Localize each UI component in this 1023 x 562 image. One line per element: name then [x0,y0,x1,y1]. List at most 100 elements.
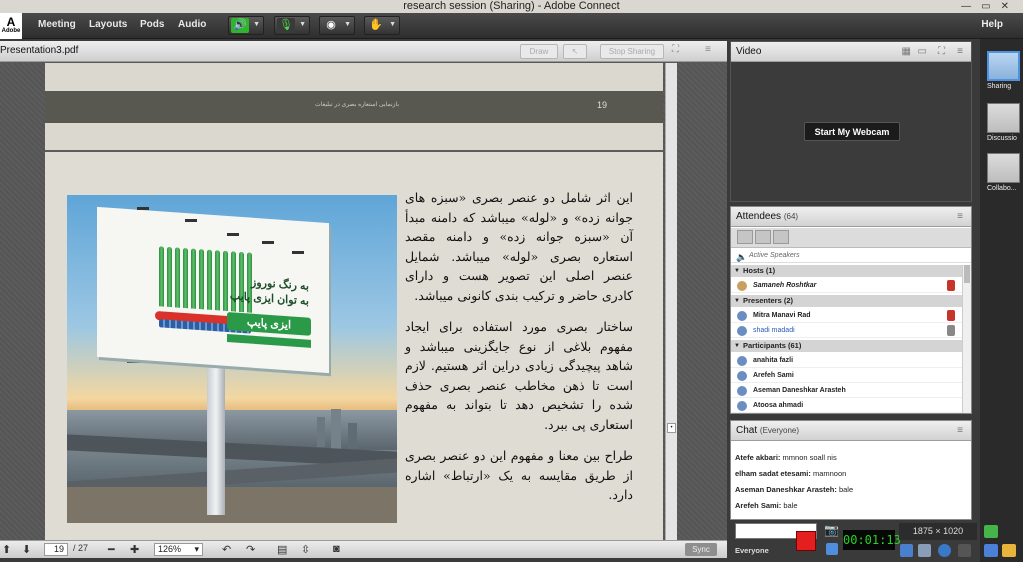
chevron-down-icon[interactable]: ▼ [389,21,396,28]
rotate-left-icon[interactable]: ↶ [222,543,231,556]
fit-page-icon[interactable]: ▤ [277,543,287,556]
group-participants[interactable]: ▼ Participants (61) [731,340,963,352]
cursor-icon[interactable] [958,544,971,557]
webcam-button[interactable]: ◉ ▼ [319,16,355,35]
camera-icon[interactable]: 📷 [824,523,839,537]
layout-sharing[interactable]: Sharing [987,51,1020,90]
volume-icon[interactable] [900,544,913,557]
microphone-icon: 🎙 [277,18,295,33]
menu-audio[interactable]: Audio [178,19,206,30]
slide-page-number: 19 [597,100,608,110]
pointer-button[interactable]: ↖ [563,44,587,59]
group-hosts[interactable]: ▼ Hosts (1) [731,265,963,277]
share-screen-icon[interactable] [984,525,998,538]
billboard-slogan: به رنگ نوروز به توان ایزی پایپ [229,276,309,308]
participant-icon [737,401,747,411]
pointer-icon: ↖ [571,47,579,56]
current-slide: به رنگ نوروز به توان ایزی پایپ ایزی پایپ… [45,150,663,540]
attendee-row[interactable]: Arefeh Sami [731,368,963,383]
chat-scope: (Everyone) [759,426,800,435]
pod-menu-icon[interactable]: ≡ [957,211,963,222]
fullscreen-icon[interactable]: ⛶ [672,44,679,55]
page-total: / 27 [73,543,89,553]
sync-button[interactable]: Sync [685,543,717,556]
chevron-down-icon[interactable]: ▼ [344,21,351,28]
record-resolution: 1875 × 1020 [899,523,977,540]
zoom-out-icon[interactable]: ━ [108,543,115,556]
list-view-icon[interactable] [737,230,753,244]
billboard-panel: به رنگ نوروز به توان ایزی پایپ ایزی پایپ [97,206,329,374]
record-timer: 00:01:13 [843,530,901,550]
microphone-icon[interactable] [918,544,931,557]
pod-menu-icon[interactable]: ≡ [957,46,963,57]
rotate-right-icon[interactable]: ↷ [246,543,255,556]
scroll-handle[interactable]: • [667,423,676,433]
layout-thumbnail [987,103,1020,133]
start-webcam-button[interactable]: Start My Webcam [804,122,900,141]
attendees-pod-header: Attendees (64) ≡ [731,207,971,227]
record-pause-button[interactable] [826,543,838,555]
chevron-down-icon[interactable]: ▼ [253,21,260,28]
attendees-title: Attendees [736,211,782,222]
raise-hand-icon: ✋ [369,19,383,31]
share-pod-header: Presentation3.pdf Draw ↖ Stop Sharing ⛶ … [0,41,727,62]
adobe-logo: A Adobe [0,13,22,39]
window-titlebar: research session (Sharing) - Adobe Conne… [0,0,1023,13]
attendee-scrollbar[interactable] [962,265,971,413]
fullscreen-icon[interactable]: ⛶ [938,46,945,57]
zoom-select[interactable]: 126% ▾ [154,543,203,556]
webcam-icon[interactable] [938,544,951,557]
window-controls[interactable]: —▭✕ [961,0,1019,13]
page-number-input[interactable]: 19 [44,543,68,556]
zoom-in-icon[interactable]: ✚ [130,543,139,556]
attendee-row[interactable]: anahita fazli [731,353,963,368]
speaker-button[interactable]: 🔊 ▼ [228,16,264,35]
chat-recipient[interactable]: Everyone [735,546,769,555]
chevron-down-icon[interactable]: ▼ [299,21,306,28]
layouts-bar: Sharing Discussio Collabo... [980,39,1023,562]
breakout-view-icon[interactable] [755,230,771,244]
microphone-button[interactable]: 🎙 ▼ [274,16,310,35]
record-stop-button[interactable] [796,531,816,551]
layout-thumbnail [987,153,1020,183]
grid-layout-icon[interactable]: ▦ [902,46,911,57]
menu-help[interactable]: Help [981,19,1003,30]
share-pod: Presentation3.pdf Draw ↖ Stop Sharing ⛶ … [0,41,727,558]
attendee-row[interactable]: Aseman Daneshkar Arasteh [731,383,963,398]
stop-sharing-button[interactable]: Stop Sharing [600,44,664,59]
previous-page-icon[interactable]: ⬆ [2,543,11,556]
filmstrip-icon[interactable]: ▭ [918,46,927,57]
layout-collaboration[interactable]: Collabo... [987,153,1020,192]
collapse-icon: ▼ [734,268,740,274]
video-pod-header: Video ▦ ▭ ⛶ ≡ [731,42,971,62]
presenter-icon [737,311,747,321]
attendee-row[interactable]: Mitra Manavi Rad [731,308,963,323]
layout-discussion[interactable]: Discussio [987,103,1020,142]
chevron-down-icon: ▾ [194,544,199,554]
folder-icon[interactable] [1002,544,1016,557]
next-page-icon[interactable]: ⬇ [22,543,31,556]
document-viewer[interactable]: بازنمایی استعاره بصری در تبلیغات 19 به ر… [0,63,727,540]
tools-icon[interactable] [984,544,998,557]
chat-pod: Chat (Everyone) ≡ Atefe akbari: mmnon so… [730,420,972,520]
slide-body-text: این اثر شامل دو عنصر بصری «سبزه های جوان… [405,188,633,517]
menu-layouts[interactable]: Layouts [89,19,127,30]
host-icon [737,281,747,291]
attendee-row[interactable]: Atoosa ahmadi [731,398,963,413]
sync-status-icon[interactable]: ◙ [333,543,340,555]
scroll-handle[interactable] [964,265,970,283]
status-view-icon[interactable] [773,230,789,244]
fit-width-icon[interactable]: ⇳ [301,543,310,556]
menu-pods[interactable]: Pods [140,19,164,30]
layout-thumbnail [987,51,1020,81]
draw-button[interactable]: Draw [520,44,558,59]
document-scrollbar[interactable]: • [665,63,677,540]
attendee-row[interactable]: shadi madadi [731,323,963,338]
group-presenters[interactable]: ▼ Presenters (2) [731,295,963,307]
pod-menu-icon[interactable]: ≡ [957,425,963,436]
status-button[interactable]: ✋ ▼ [364,16,400,35]
menu-meeting[interactable]: Meeting [38,19,76,30]
attendee-row[interactable]: Samaneh Roshtkar [731,278,963,293]
window-title: research session (Sharing) - Adobe Conne… [403,0,620,12]
pod-menu-icon[interactable]: ≡ [705,44,711,55]
